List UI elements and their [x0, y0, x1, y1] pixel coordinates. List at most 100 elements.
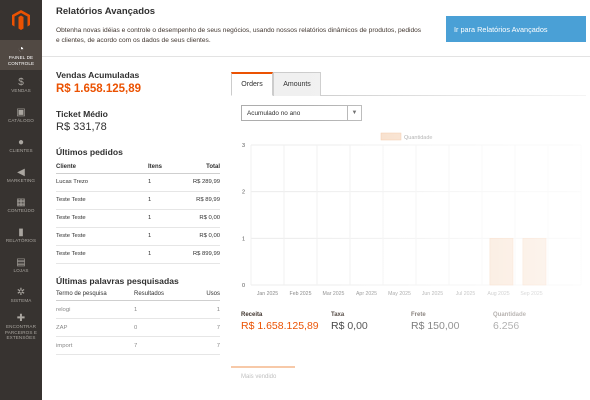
y-tick-label: 0: [242, 283, 245, 289]
sidebar-item-label: SISTEMA: [10, 297, 32, 303]
legend-label: Quantidade: [404, 135, 432, 141]
gear-icon: ✲: [16, 286, 26, 298]
x-tick-label: Sep 2025: [520, 291, 542, 297]
chevron-down-icon: ▼: [347, 106, 361, 120]
column-header-uses: Usos: [176, 288, 220, 301]
sidebar-item-7[interactable]: ▤ LOJAS: [0, 250, 42, 280]
bar-chart-icon: ▮: [18, 226, 24, 238]
order-items: 1: [140, 191, 176, 210]
order-customer: Teste Teste: [56, 245, 140, 264]
sidebar-item-label: VENDAS: [11, 87, 31, 93]
sidebar-item-label: MARKETING: [6, 177, 36, 183]
megaphone-icon: ◀: [17, 166, 25, 178]
tab-amounts[interactable]: Amounts: [273, 72, 321, 96]
order-customer: Teste Teste: [56, 227, 140, 246]
tab-bestsellers[interactable]: Mais vendido: [241, 374, 276, 380]
order-row[interactable]: Teste Teste 1 R$ 0,00: [56, 209, 220, 228]
chart-bar: [489, 238, 514, 286]
search-term-row: ZAP 0 7: [56, 318, 220, 337]
total-label: Taxa: [331, 312, 345, 318]
order-row[interactable]: Teste Teste 1 R$ 899,99: [56, 245, 220, 264]
order-items: 1: [140, 209, 176, 228]
search-term-term: import: [56, 336, 126, 355]
total-label: Receita: [241, 312, 263, 318]
admin-sidebar: ◔ PAINEL DE CONTROLE $ VENDAS ▣ CATÁLOGO ● CLIE…: [0, 0, 42, 400]
sidebar-item-2[interactable]: ▣ CATÁLOGO: [0, 100, 42, 130]
x-tick-label: Jun 2025: [422, 291, 443, 297]
sidebar-item-8[interactable]: ✲ SISTEMA: [0, 280, 42, 310]
bottom-tab-indicator: [231, 366, 295, 368]
order-total: R$ 0,00: [176, 227, 220, 246]
y-tick-label: 3: [242, 143, 245, 149]
sidebar-item-0[interactable]: ◔ PAINEL DE CONTROLE: [0, 40, 42, 70]
x-tick-label: Jan 2025: [257, 291, 278, 297]
go-to-advanced-reporting-button[interactable]: Ir para Relatórios Avançados: [446, 16, 586, 42]
average-order-label: Ticket Médio: [56, 109, 108, 119]
order-items: 1: [140, 245, 176, 264]
column-header-results: Resultados: [126, 288, 176, 301]
x-tick-label: Aug 2025: [487, 291, 509, 297]
diagram-tabs: Orders Amounts: [231, 72, 586, 96]
sidebar-item-label: CLIENTES: [9, 147, 33, 153]
search-term-row: import 7 7: [56, 336, 220, 355]
y-tick-label: 2: [242, 190, 245, 196]
sidebar-item-5[interactable]: ▦ CONTEÚDO: [0, 190, 42, 220]
total-value: R$ 150,00: [411, 320, 460, 332]
store-icon: ▤: [16, 256, 26, 268]
column-header-customer: Cliente: [56, 161, 140, 174]
order-row[interactable]: Teste Teste 1 R$ 0,00: [56, 227, 220, 246]
sidebar-item-label: LOJAS: [13, 267, 29, 273]
sidebar-item-label: RELATÓRIOS: [5, 237, 37, 243]
x-tick-label: Jul 2025: [456, 291, 476, 297]
search-term-uses: 7: [176, 318, 220, 337]
sidebar-item-label: CATÁLOGO: [8, 117, 34, 123]
total-label: Quantidade: [493, 312, 527, 318]
total-0: Receita R$ 1.658.125,89: [241, 312, 319, 332]
tab-orders[interactable]: Orders: [231, 72, 273, 96]
order-items: 1: [140, 173, 176, 192]
dashboard-left-column: Vendas Acumuladas R$ 1.658.125,89 Ticket…: [56, 60, 220, 355]
period-select[interactable]: Acumulado no ano ▼: [241, 105, 362, 121]
dashboard-diagrams: Orders Amounts Acumulado no ano ▼ Quanti…: [231, 72, 586, 332]
sidebar-item-label: PAINEL DE CONTROLE: [7, 55, 35, 66]
content-icon: ▦: [16, 196, 26, 208]
order-row[interactable]: Lucas Trezo 1 R$ 289,99: [56, 173, 220, 192]
order-row[interactable]: Teste Teste 1 R$ 89,99: [56, 191, 220, 210]
last-orders-table: Cliente Itens Total Lucas Trezo 1 R$ 289,9…: [56, 161, 220, 264]
sidebar-item-3[interactable]: ● CLIENTES: [0, 130, 42, 160]
order-total: R$ 0,00: [176, 209, 220, 228]
last-search-terms-table: Termo de pesquisa Resultados Usos relogi…: [56, 288, 220, 355]
order-total: R$ 89,99: [176, 191, 220, 210]
dashboard-bottom-tabs: Mais vendido: [231, 366, 371, 400]
order-total: R$ 289,99: [176, 173, 220, 192]
dollar-icon: $: [18, 76, 24, 88]
sidebar-item-label: ENCONTRAR PARCEIROS E EXTENSÕES: [4, 324, 38, 341]
legend-swatch: [380, 132, 402, 141]
order-items: 1: [140, 227, 176, 246]
sidebar-item-1[interactable]: $ VENDAS: [0, 70, 42, 100]
sidebar-item-4[interactable]: ◀ MARKETING: [0, 160, 42, 190]
total-2: Frete R$ 150,00: [411, 312, 459, 332]
search-terms-header-row: Termo de pesquisa Resultados Usos: [56, 288, 220, 301]
advanced-reporting-panel: Relatórios Avançados Obtenha novas idéia…: [56, 6, 586, 44]
search-term-term: relogi: [56, 300, 126, 319]
last-orders-header-row: Cliente Itens Total: [56, 161, 220, 174]
sidebar-item-6[interactable]: ▮ RELATÓRIOS: [0, 220, 42, 250]
orders-chart: Quantidade 0 1 2 3 Jan 2025 Feb 2025 Mar 2025 Ap…: [242, 132, 582, 297]
x-tick-label: May 2025: [388, 291, 411, 297]
chart-bar: [522, 238, 547, 286]
puzzle-icon: ✚: [16, 313, 26, 325]
search-term-row: relogi 1 1: [56, 300, 220, 319]
sidebar-item-9[interactable]: ✚ ENCONTRAR PARCEIROS E EXTENSÕES: [0, 310, 42, 344]
column-header-total: Total: [176, 161, 220, 174]
x-tick-label: Feb 2025: [290, 291, 312, 297]
x-tick-label: Mar 2025: [323, 291, 345, 297]
total-value: R$ 1.658.125,89: [241, 320, 319, 332]
total-value: R$ 0,00: [331, 320, 368, 332]
magento-logo-icon: [12, 10, 30, 30]
total-label: Frete: [411, 312, 426, 318]
order-customer: Teste Teste: [56, 191, 140, 210]
magento-logo[interactable]: [0, 0, 42, 40]
search-term-uses: 7: [176, 336, 220, 355]
advanced-reporting-description: Obtenha novas idéias e controle o desemp…: [56, 27, 422, 44]
